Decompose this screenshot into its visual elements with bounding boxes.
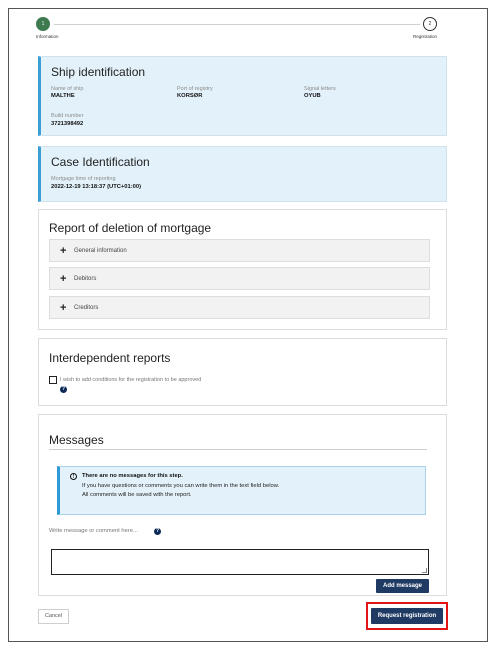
interdependent-reports-card: Interdependent reports I wish to add con… (38, 338, 447, 406)
ship-identification-title: Ship identification (51, 65, 146, 79)
resize-handle[interactable] (422, 568, 427, 573)
conditions-checkbox[interactable] (49, 376, 57, 384)
step-1-label: Information (36, 34, 59, 39)
accordion-label: Creditors (74, 305, 99, 311)
accordion-creditors[interactable]: + Creditors (49, 296, 430, 319)
messages-title: Messages (49, 433, 104, 447)
ship-name-label: Name of ship (51, 86, 84, 92)
report-title: Report of deletion of mortgage (49, 221, 212, 235)
info-alert-title: There are no messages for this step. (82, 473, 183, 479)
case-identification-card: Case Identification Mortgage time of rep… (38, 146, 447, 202)
question-circle-icon[interactable]: ? (154, 528, 161, 535)
plus-icon: + (60, 302, 67, 314)
accordion-general-information[interactable]: + General information (49, 239, 430, 262)
interdependent-reports-title: Interdependent reports (49, 351, 171, 365)
accordion-label: Debitors (74, 276, 97, 282)
messages-divider (49, 449, 427, 450)
signal-letters-value: OYUB (304, 93, 321, 99)
step-connector (54, 24, 420, 25)
mortgage-time-label: Mortgage time of reporting (51, 176, 116, 182)
mortgage-time-value: 2022-12-19 13:18:37 (UTC+01:00) (51, 184, 142, 190)
port-value: KORSØR (177, 93, 203, 99)
messages-card: Messages ! There are no messages for thi… (38, 414, 447, 596)
ship-name-value: MALTHE (51, 93, 75, 99)
accordion-label: General information (74, 248, 127, 254)
info-alert-text: If you have questions or comments you ca… (82, 483, 280, 489)
step-2-indicator[interactable]: 2 (423, 17, 437, 31)
report-card: Report of deletion of mortgage + General… (38, 209, 447, 330)
case-identification-title: Case Identification (51, 155, 150, 169)
highlight-box (366, 602, 448, 630)
port-label: Port of registry (177, 86, 213, 92)
build-number-label: Build number (51, 113, 84, 119)
add-message-button[interactable]: Add message (376, 579, 429, 593)
step-2-label: Registration (413, 34, 438, 39)
ship-identification-card: Ship identification Name of ship MALTHE … (38, 56, 447, 136)
message-textarea[interactable] (51, 549, 429, 575)
progress-stepper: 1 2 Information Registration (9, 9, 489, 49)
question-circle-icon[interactable]: ? (60, 386, 67, 393)
step-1-indicator[interactable]: 1 (36, 17, 50, 31)
accordion-debitors[interactable]: + Debitors (49, 267, 430, 290)
message-input-label: Write message or comment here... (49, 528, 138, 534)
build-number-value: 3721398492 (51, 121, 84, 127)
report-page: 1 2 Information Registration Ship identi… (8, 8, 488, 642)
cancel-button[interactable]: Cancel (38, 609, 69, 624)
plus-icon: + (60, 273, 67, 285)
info-alert-text: All comments will be saved with the repo… (82, 492, 192, 498)
signal-letters-label: Signal letters (304, 86, 336, 92)
conditions-checkbox-label[interactable]: I wish to add conditions for the registr… (60, 377, 201, 383)
plus-icon: + (60, 245, 67, 257)
info-alert: ! There are no messages for this step. I… (57, 466, 426, 515)
info-circle-icon: ! (70, 473, 77, 480)
